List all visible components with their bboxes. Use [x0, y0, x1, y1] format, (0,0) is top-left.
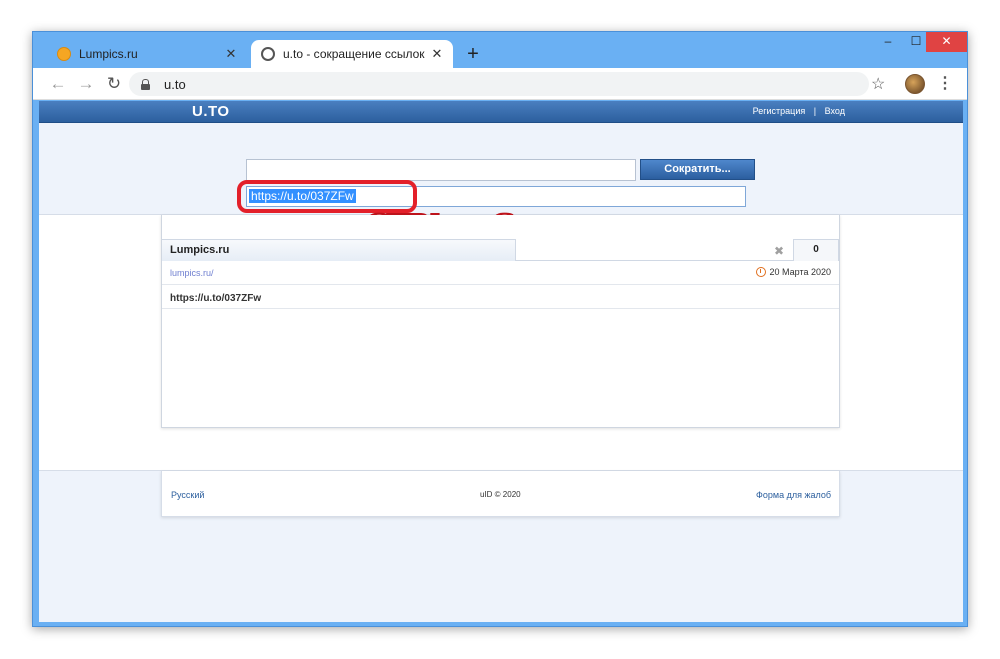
- forward-arrow-icon[interactable]: →: [75, 73, 97, 95]
- link-date: 20 Марта 2020: [755, 267, 831, 277]
- clock-icon: [755, 267, 766, 277]
- back-arrow-icon[interactable]: ←: [47, 73, 69, 95]
- address-text: u.to: [164, 76, 186, 92]
- profile-avatar[interactable]: [905, 74, 925, 94]
- divider: [162, 308, 839, 309]
- copyright-text: uID © 2020: [480, 490, 521, 499]
- divider: [516, 260, 839, 261]
- shorten-button[interactable]: Сократить...: [640, 159, 755, 180]
- tab-title: Lumpics.ru: [79, 47, 138, 61]
- reload-icon[interactable]: ↻: [103, 73, 125, 95]
- new-tab-button[interactable]: +: [463, 44, 483, 64]
- globe-icon: [261, 47, 275, 61]
- register-link[interactable]: Регистрация: [753, 106, 806, 116]
- close-tab-icon[interactable]: ✕: [429, 46, 445, 62]
- site-footer: Русский uID © 2020 Форма для жалоб: [161, 471, 840, 517]
- browser-window: Lumpics.ru ✕ u.to - сокращение ссылок ✕ …: [32, 31, 968, 627]
- links-panel: Lumpics.ru ✖ 0 lumpics.ru/ 20 Марта 2020…: [161, 215, 840, 428]
- login-link[interactable]: Вход: [825, 106, 845, 116]
- footer-section: Русский uID © 2020 Форма для жалоб: [39, 470, 963, 622]
- url-input[interactable]: [246, 159, 636, 181]
- tab-lumpics[interactable]: Lumpics.ru ✕: [47, 40, 247, 68]
- page-viewport: U.TO Регистрация | Вход Сократить... htt…: [39, 101, 963, 622]
- source-link[interactable]: lumpics.ru/: [170, 268, 214, 278]
- divider: [162, 284, 839, 285]
- bookmark-star-icon[interactable]: ☆: [871, 74, 885, 94]
- click-count: 0: [793, 239, 839, 261]
- lumpics-favicon-icon: [57, 47, 71, 61]
- address-bar[interactable]: u.to: [129, 72, 869, 96]
- site-header: U.TO Регистрация | Вход: [39, 101, 963, 123]
- browser-toolbar: ← → ↻ u.to ☆ ⋮: [33, 68, 967, 100]
- tab-title: u.to - сокращение ссылок: [283, 47, 425, 61]
- minimize-button[interactable]: ‒: [873, 32, 903, 52]
- complaint-form-link[interactable]: Форма для жалоб: [756, 490, 831, 500]
- delete-icon[interactable]: ✖: [774, 244, 784, 258]
- kebab-menu-icon[interactable]: ⋮: [937, 73, 953, 93]
- language-link[interactable]: Русский: [171, 490, 204, 500]
- short-url-text: https://u.to/037ZFw: [170, 293, 262, 304]
- lock-icon: [141, 78, 150, 90]
- shorten-form: Сократить... https://u.to/037ZFw CTRL + …: [39, 123, 963, 242]
- auth-links: Регистрация | Вход: [753, 106, 845, 116]
- date-text: 20 Марта 2020: [769, 267, 831, 277]
- links-section: Lumpics.ru ✖ 0 lumpics.ru/ 20 Марта 2020…: [39, 215, 963, 470]
- auth-separator: |: [813, 106, 817, 116]
- link-item-title: Lumpics.ru: [162, 239, 516, 261]
- close-tab-icon[interactable]: ✕: [223, 46, 239, 62]
- window-close-button[interactable]: ✕: [926, 32, 967, 52]
- tab-strip: Lumpics.ru ✕ u.to - сокращение ссылок ✕ …: [33, 32, 967, 68]
- site-logo[interactable]: U.TO: [192, 103, 230, 120]
- tab-uto[interactable]: u.to - сокращение ссылок ✕: [251, 40, 453, 68]
